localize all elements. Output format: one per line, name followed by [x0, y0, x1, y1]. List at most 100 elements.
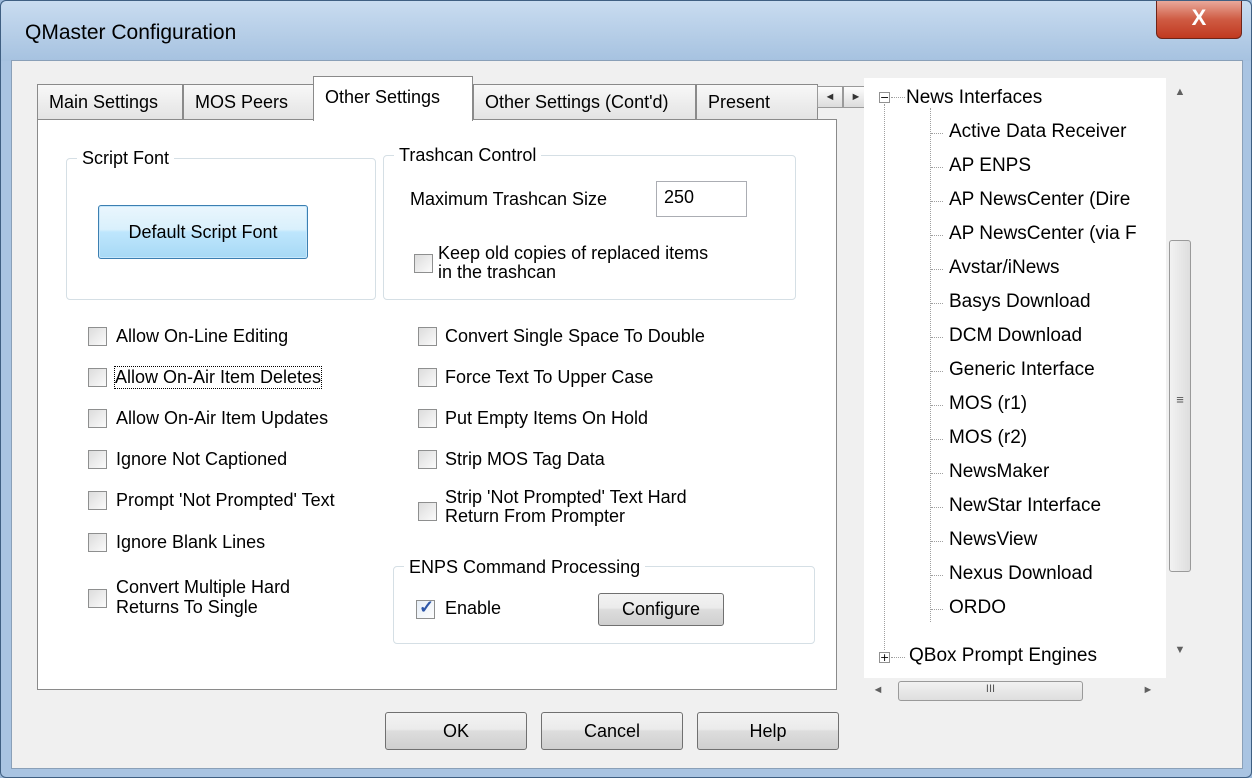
keep-old-copies-label[interactable]: Keep old copies of replaced items in the… [438, 244, 708, 282]
scroll-up-icon[interactable]: ▲ [1166, 86, 1194, 98]
tree-connector [931, 575, 943, 576]
tree-node-nexus-download[interactable]: Nexus Download [949, 562, 1093, 586]
tree-connector [891, 97, 905, 98]
tree-node-active-data-receiver[interactable]: Active Data Receiver [949, 120, 1126, 144]
tree-root-line [884, 104, 885, 650]
tree-connector [931, 337, 943, 338]
allow-onair-updates-label[interactable]: Allow On-Air Item Updates [116, 408, 328, 429]
tree-connector [931, 439, 943, 440]
tab-other-settings[interactable]: Other Settings [313, 76, 473, 121]
tree-vertical-scrollbar[interactable]: ▲ ≡ ▼ [1166, 78, 1194, 678]
tree-node-dcm-download[interactable]: DCM Download [949, 324, 1082, 348]
allow-online-editing-label[interactable]: Allow On-Line Editing [116, 326, 288, 347]
scrollbar-corner [1166, 678, 1194, 704]
tree-node-basys-download[interactable]: Basys Download [949, 290, 1091, 314]
script-font-group-title: Script Font [77, 147, 175, 169]
ignore-blank-lines-checkbox[interactable] [88, 533, 107, 552]
prompt-not-prompted-label[interactable]: Prompt 'Not Prompted' Text [116, 490, 335, 511]
ignore-not-captioned-label[interactable]: Ignore Not Captioned [116, 449, 287, 470]
tree-connector [931, 507, 943, 508]
scroll-right-icon[interactable]: ► [1140, 684, 1156, 696]
force-upper-case-label[interactable]: Force Text To Upper Case [445, 367, 653, 388]
title-bar[interactable]: QMaster Configuration X [1, 1, 1251, 61]
tree-connector [931, 609, 943, 610]
window-title: QMaster Configuration [25, 21, 237, 44]
empty-items-on-hold-checkbox[interactable] [418, 409, 437, 428]
convert-single-space-label[interactable]: Convert Single Space To Double [445, 326, 705, 347]
tree-connector [931, 269, 943, 270]
configure-button[interactable]: Configure [598, 593, 724, 626]
tree-node-generic-interface[interactable]: Generic Interface [949, 358, 1095, 382]
convert-multiple-returns-label[interactable]: Convert Multiple Hard Returns To Single [116, 577, 290, 617]
prompt-not-prompted-checkbox[interactable] [88, 491, 107, 510]
tree-node-ap-newscenter-via[interactable]: AP NewsCenter (via F [949, 222, 1137, 246]
tab-scroll-left-icon[interactable]: ◄ [817, 86, 843, 108]
tree-node-newsview[interactable]: NewsView [949, 528, 1037, 552]
cancel-button[interactable]: Cancel [541, 712, 683, 750]
interface-tree[interactable]: − News Interfaces Active Data Receiver A… [864, 78, 1194, 704]
keep-old-copies-checkbox[interactable] [414, 254, 433, 273]
scroll-down-icon[interactable]: ▼ [1166, 644, 1194, 656]
tree-connector [931, 201, 943, 202]
tree-connector [931, 405, 943, 406]
tree-connector [931, 133, 943, 134]
strip-hard-return-label[interactable]: Strip 'Not Prompted' Text Hard Return Fr… [445, 488, 687, 526]
default-script-font-button[interactable]: Default Script Font [98, 205, 308, 259]
keep-old-copies-line2: in the trashcan [438, 262, 557, 282]
tree-connector [931, 541, 943, 542]
tree-child-line [930, 108, 931, 622]
help-button[interactable]: Help [697, 712, 839, 750]
collapse-icon[interactable]: − [879, 92, 890, 103]
tree-connector [931, 371, 943, 372]
scroll-hthumb[interactable]: III [898, 681, 1083, 701]
strip-mos-tag-label[interactable]: Strip MOS Tag Data [445, 449, 605, 470]
convert-multiple-returns-checkbox[interactable] [88, 589, 107, 608]
tree-connector [931, 235, 943, 236]
scroll-left-icon[interactable]: ◄ [870, 684, 886, 696]
allow-onair-deletes-checkbox[interactable] [88, 368, 107, 387]
empty-items-on-hold-label[interactable]: Put Empty Items On Hold [445, 408, 648, 429]
tab-other-settings-contd[interactable]: Other Settings (Cont'd) [473, 84, 696, 119]
enps-enable-checkbox[interactable]: ✓ [416, 597, 435, 619]
tree-node-ordo[interactable]: ORDO [949, 596, 1006, 620]
enps-enable-label[interactable]: Enable [445, 598, 501, 619]
scroll-thumb[interactable]: ≡ [1169, 240, 1191, 572]
hgrip-icon: III [985, 683, 996, 695]
ok-button[interactable]: OK [385, 712, 527, 750]
expand-icon[interactable]: + [879, 652, 890, 663]
allow-onair-deletes-label[interactable]: Allow On-Air Item Deletes [113, 366, 323, 389]
max-trashcan-size-label: Maximum Trashcan Size [410, 189, 608, 209]
strip-hard-return-line1: Strip 'Not Prompted' Text Hard [445, 487, 687, 507]
convert-single-space-checkbox[interactable] [418, 327, 437, 346]
tree-node-newsmaker[interactable]: NewsMaker [949, 460, 1049, 484]
tree-horizontal-scrollbar[interactable]: ◄ III ► [864, 678, 1166, 704]
tree-node-mos-r1[interactable]: MOS (r1) [949, 392, 1027, 416]
tree-node-avstar-inews[interactable]: Avstar/iNews [949, 256, 1060, 280]
enps-group-title: ENPS Command Processing [404, 556, 646, 578]
allow-onair-updates-checkbox[interactable] [88, 409, 107, 428]
tree-node-qbox-prompt-engines[interactable]: QBox Prompt Engines [909, 644, 1097, 668]
keep-old-copies-line1: Keep old copies of replaced items [438, 243, 709, 263]
tree-connector [891, 657, 905, 658]
ignore-not-captioned-checkbox[interactable] [88, 450, 107, 469]
tab-main-settings[interactable]: Main Settings [37, 84, 183, 119]
close-button[interactable]: X [1156, 1, 1242, 39]
force-upper-case-checkbox[interactable] [418, 368, 437, 387]
tree-node-ap-enps[interactable]: AP ENPS [949, 154, 1031, 178]
tree-node-mos-r2[interactable]: MOS (r2) [949, 426, 1027, 450]
other-settings-panel: Script Font Default Script Font Trashcan… [37, 119, 837, 690]
tree-connector [931, 167, 943, 168]
max-trashcan-size-input[interactable]: 250 [656, 181, 747, 217]
grip-icon: ≡ [1176, 392, 1184, 407]
tree-connector [931, 303, 943, 304]
tab-strip: Main Settings MOS Peers Other Settings O… [37, 76, 869, 121]
tree-node-news-interfaces[interactable]: News Interfaces [906, 86, 1042, 110]
strip-mos-tag-checkbox[interactable] [418, 450, 437, 469]
ignore-blank-lines-label[interactable]: Ignore Blank Lines [116, 532, 265, 553]
tab-presenter[interactable]: Present [696, 84, 818, 119]
tree-node-ap-newscenter-direct[interactable]: AP NewsCenter (Dire [949, 188, 1130, 212]
allow-online-editing-checkbox[interactable] [88, 327, 107, 346]
tab-mos-peers[interactable]: MOS Peers [183, 84, 314, 119]
strip-hard-return-checkbox[interactable] [418, 502, 437, 521]
tree-node-newstar-interface[interactable]: NewStar Interface [949, 494, 1101, 518]
